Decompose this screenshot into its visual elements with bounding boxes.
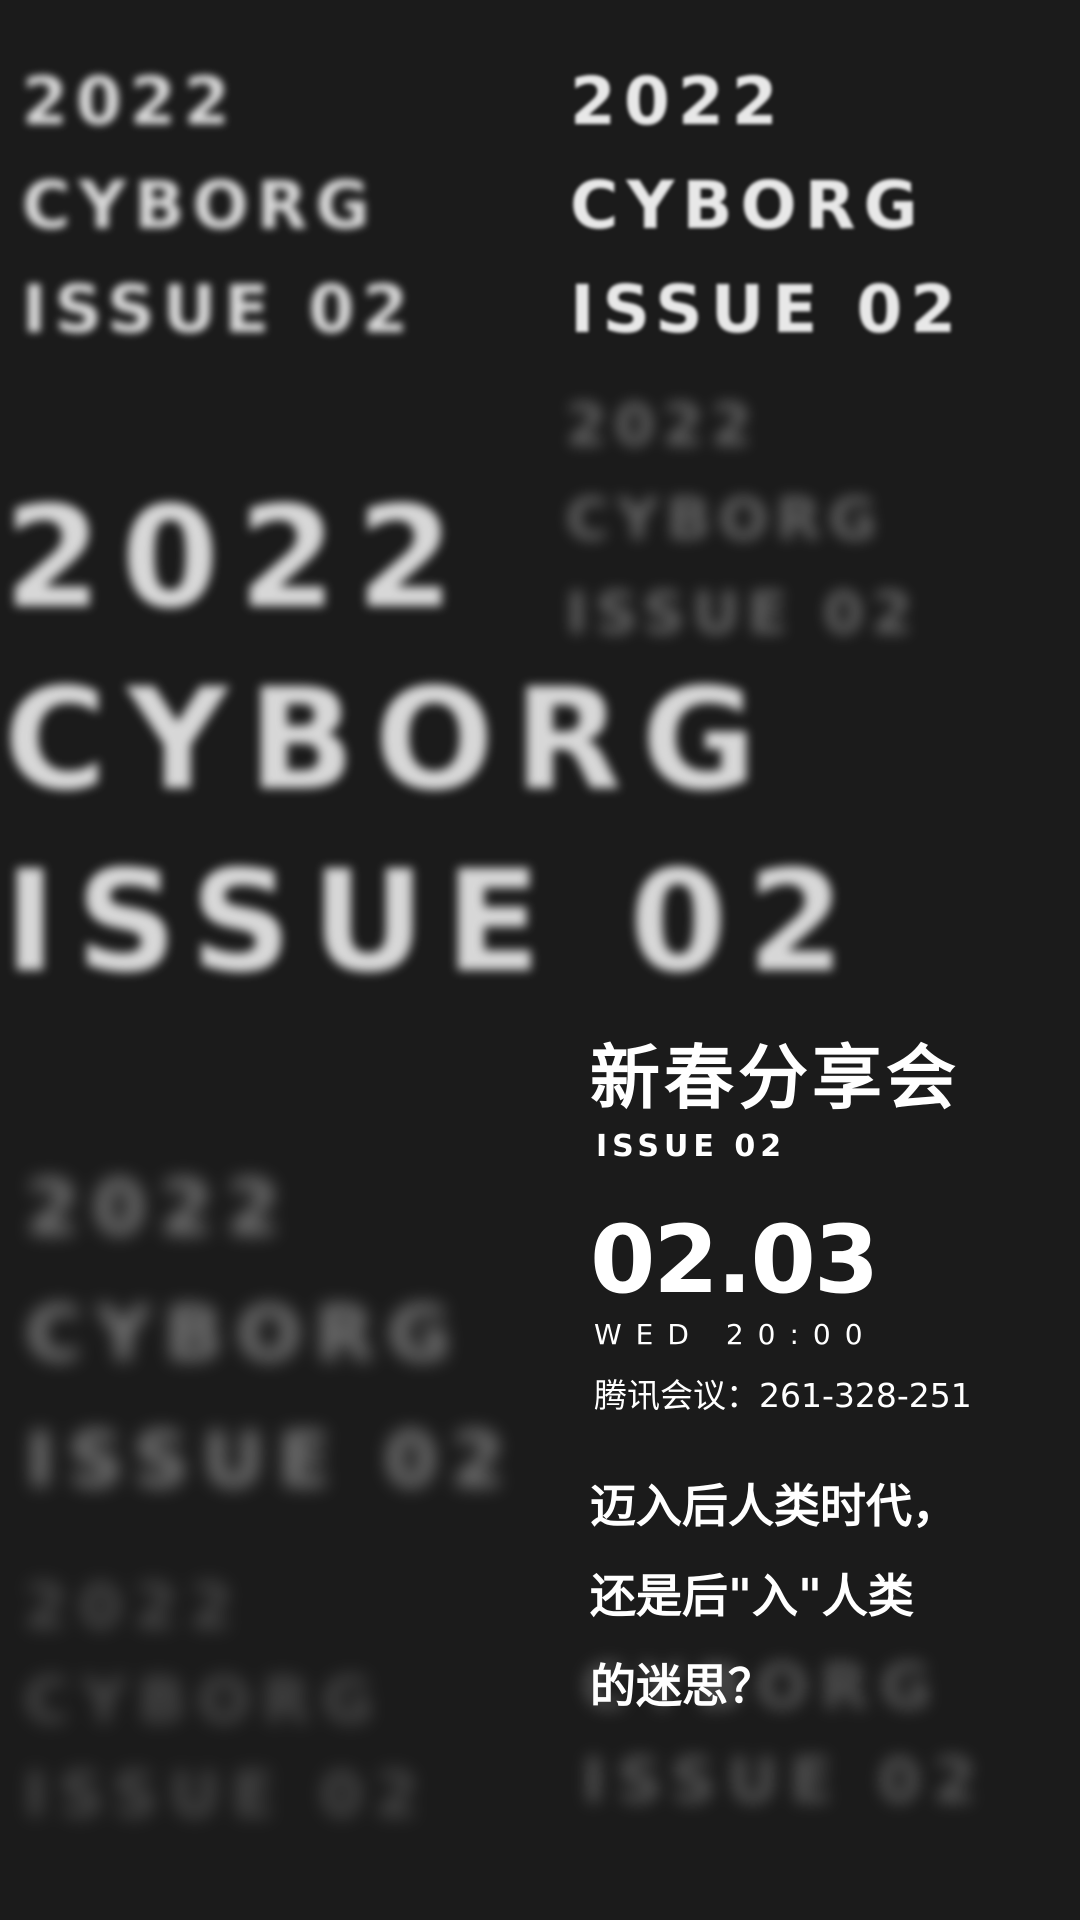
background-text-issue: ISSUE 02 bbox=[22, 271, 417, 348]
background-text-year: 2022 bbox=[24, 1570, 245, 1643]
background-text-cyborg: CYBORG bbox=[24, 1664, 385, 1737]
issue-label: ISSUE 02 bbox=[596, 1129, 787, 1164]
background-text-cyborg: CYBORG bbox=[22, 167, 378, 244]
background-text-cyborg: CYBORG bbox=[4, 659, 777, 822]
tagline: 迈入后人类时代， 还是后"入"人类 的迷思？ bbox=[590, 1461, 1060, 1731]
background-text-year: 2022 bbox=[22, 63, 238, 140]
background-text-issue: ISSUE 02 bbox=[4, 841, 865, 1004]
background-text-block: 2022 CYBORG ISSUE 02 bbox=[22, 50, 416, 362]
background-text-year: 2022 bbox=[570, 63, 786, 140]
event-date: 02.03 bbox=[590, 1206, 879, 1315]
tagline-line: 迈入后人类时代， bbox=[590, 1479, 958, 1533]
tagline-line: 还是后"入"人类 bbox=[590, 1569, 914, 1623]
background-text-year: 2022 bbox=[26, 1163, 294, 1252]
meeting-id: 腾讯会议：261-328-251 bbox=[594, 1376, 972, 1415]
background-text-year: 2022 bbox=[566, 391, 760, 459]
background-text-issue: ISSUE 02 bbox=[582, 1744, 989, 1817]
background-text-issue: ISSUE 02 bbox=[24, 1758, 431, 1831]
event-title: 新春分享会 bbox=[590, 1037, 960, 1119]
event-info: 新春分享会 ISSUE 02 02.03 WED 20:00 腾讯会议：261-… bbox=[590, 1040, 1060, 1731]
background-text-cyborg: CYBORG bbox=[570, 167, 926, 244]
background-text-block: 2022 CYBORG ISSUE 02 bbox=[24, 1560, 430, 1842]
background-text-cyborg: CYBORG bbox=[26, 1289, 465, 1378]
background-text-issue: ISSUE 02 bbox=[570, 271, 965, 348]
background-text-block-large: 2022 CYBORG ISSUE 02 bbox=[4, 468, 864, 1014]
background-text-year: 2022 bbox=[4, 477, 474, 640]
tagline-line: 的迷思？ bbox=[590, 1659, 774, 1713]
background-text-block: 2022 CYBORG ISSUE 02 bbox=[570, 50, 964, 362]
background-text-block: 2022 CYBORG ISSUE 02 bbox=[26, 1145, 518, 1523]
background-text-issue: ISSUE 02 bbox=[26, 1415, 519, 1504]
event-time: WED 20:00 bbox=[594, 1318, 877, 1351]
